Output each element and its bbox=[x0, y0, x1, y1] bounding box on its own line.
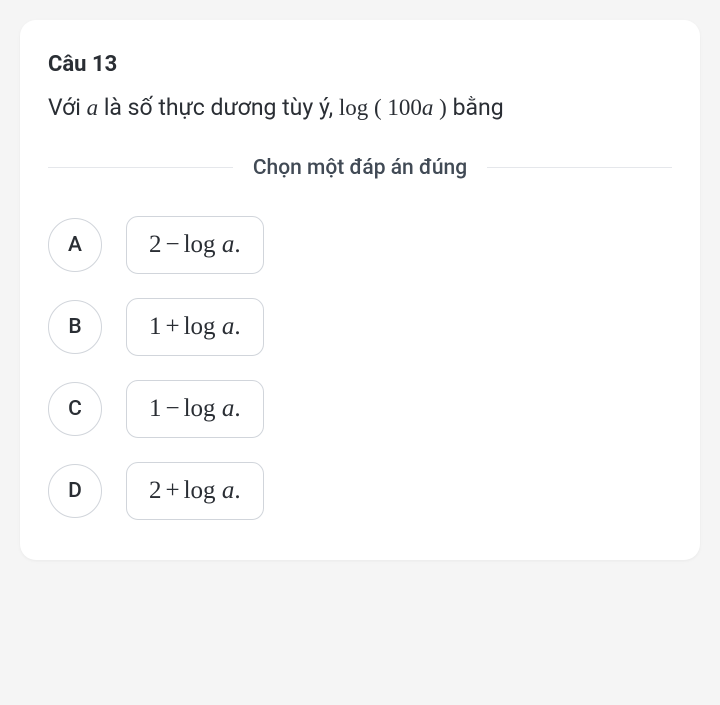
answer-option-d[interactable]: D 2+log a. bbox=[48, 462, 672, 520]
answer-num: 2 bbox=[149, 477, 162, 504]
answer-dot: . bbox=[234, 313, 240, 340]
question-text: Với a là số thực dương tùy ý, log ( 100a… bbox=[48, 91, 672, 126]
answer-var: a bbox=[222, 395, 235, 422]
qtext-argnum: 100 bbox=[387, 95, 422, 120]
answer-dot: . bbox=[234, 395, 240, 422]
answer-letter[interactable]: C bbox=[48, 382, 102, 436]
answer-log: log bbox=[184, 395, 216, 422]
answer-option-a[interactable]: A 2−log a. bbox=[48, 216, 672, 274]
qtext-prefix: Với bbox=[48, 94, 87, 121]
answer-letter[interactable]: A bbox=[48, 218, 102, 272]
answer-op: + bbox=[166, 477, 180, 504]
answer-content[interactable]: 2+log a. bbox=[126, 462, 264, 520]
answer-log: log bbox=[184, 313, 216, 340]
answer-var: a bbox=[222, 231, 235, 258]
instruction-divider: Chọn một đáp án đúng bbox=[48, 156, 672, 180]
answer-letter[interactable]: D bbox=[48, 464, 102, 518]
answer-op: − bbox=[166, 231, 180, 258]
qtext-lparen: ( bbox=[368, 95, 387, 120]
qtext-log: log bbox=[339, 95, 368, 120]
answer-var: a bbox=[222, 313, 235, 340]
qtext-argvar: a bbox=[422, 95, 434, 120]
answer-content[interactable]: 1+log a. bbox=[126, 298, 264, 356]
answer-op: − bbox=[166, 395, 180, 422]
question-card: Câu 13 Với a là số thực dương tùy ý, log… bbox=[20, 20, 700, 560]
answer-option-c[interactable]: C 1−log a. bbox=[48, 380, 672, 438]
answer-content[interactable]: 2−log a. bbox=[126, 216, 264, 274]
answer-op: + bbox=[166, 313, 180, 340]
question-number: Câu 13 bbox=[48, 52, 672, 77]
answer-dot: . bbox=[234, 477, 240, 504]
qtext-variable: a bbox=[87, 95, 99, 120]
qtext-suffix: bằng bbox=[453, 94, 504, 121]
instruction-text: Chọn một đáp án đúng bbox=[233, 156, 487, 180]
answer-letter[interactable]: B bbox=[48, 300, 102, 354]
answer-log: log bbox=[184, 231, 216, 258]
answer-var: a bbox=[222, 477, 235, 504]
answers-list: A 2−log a. B 1+log a. C 1−log a. D 2+log… bbox=[48, 216, 672, 520]
divider-right bbox=[487, 167, 672, 168]
answer-log: log bbox=[184, 477, 216, 504]
answer-dot: . bbox=[234, 231, 240, 258]
answer-num: 1 bbox=[149, 313, 162, 340]
qtext-rparen: ) bbox=[433, 95, 452, 120]
answer-num: 2 bbox=[149, 231, 162, 258]
answer-option-b[interactable]: B 1+log a. bbox=[48, 298, 672, 356]
divider-left bbox=[48, 167, 233, 168]
answer-content[interactable]: 1−log a. bbox=[126, 380, 264, 438]
qtext-mid: là số thực dương tùy ý, bbox=[98, 94, 339, 121]
answer-num: 1 bbox=[149, 395, 162, 422]
